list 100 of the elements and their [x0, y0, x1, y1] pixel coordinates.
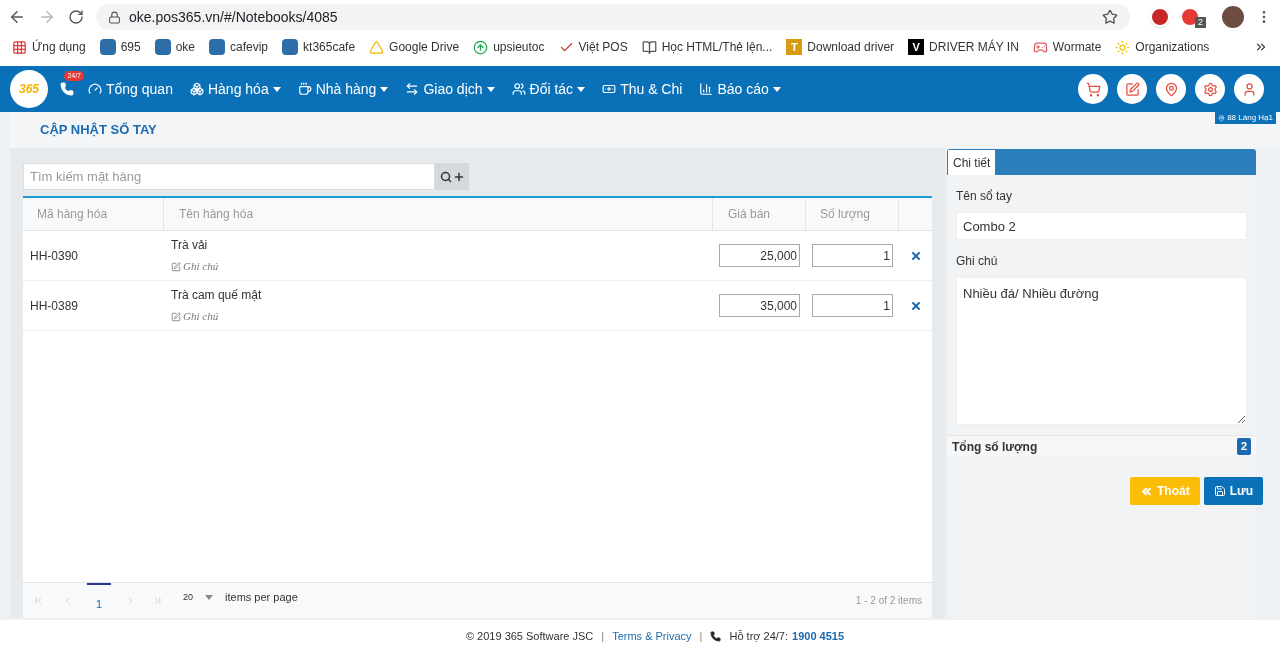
branch-label: 88 Láng Hạ1	[1215, 112, 1276, 124]
save-icon	[1213, 485, 1226, 497]
bookmark-link[interactable]: Ứng dụng	[32, 38, 86, 56]
more-bookmarks-icon[interactable]	[1254, 40, 1268, 54]
logo-icon	[99, 39, 116, 55]
separator-text: |	[699, 628, 703, 644]
product-name: Trà vải	[171, 237, 209, 255]
extension-icon[interactable]	[1182, 9, 1198, 25]
nav-menu-item[interactable]: Nhà hàng	[297, 78, 389, 100]
total-quantity-badge: 2	[1236, 438, 1251, 455]
note-textarea[interactable]: Nhiều đá/ Nhiều đường	[956, 277, 1247, 425]
note-link[interactable]: Ghi chú	[171, 258, 219, 275]
support-label: Hỗ trợ 24/7:	[729, 628, 789, 644]
lock-icon	[108, 10, 121, 24]
logo-icon	[209, 39, 225, 55]
bar-chart-icon	[699, 82, 714, 96]
apps-grid-icon	[12, 39, 27, 55]
table-cell: HH-0389	[30, 298, 79, 313]
bookmark-link[interactable]: cafevip	[230, 38, 269, 56]
remove-icon[interactable]	[909, 249, 922, 262]
plus-icon	[452, 170, 465, 183]
column-header: Giá bán	[728, 206, 771, 223]
arrows-icon	[405, 82, 420, 96]
extension-badge: 2	[1195, 17, 1206, 28]
edit-icon	[171, 311, 181, 322]
bookmark-link[interactable]: Việt POS	[578, 38, 628, 56]
back-icon[interactable]	[8, 8, 26, 26]
bookmark-link[interactable]: Học HTML/Thẻ lện...	[661, 38, 773, 56]
bookmark-star-icon[interactable]	[1102, 9, 1118, 25]
user-icon	[1241, 81, 1257, 97]
field-label: Ghi chú	[956, 253, 999, 270]
bookmark-link[interactable]: DRIVER MÁY IN	[929, 38, 1019, 56]
column-header: Tên hàng hóa	[179, 206, 254, 223]
search-icon	[439, 170, 452, 183]
quantity-field[interactable]: 1	[812, 294, 893, 317]
bookmark-link[interactable]: Wormate	[1052, 38, 1102, 56]
phone-icon	[710, 630, 722, 642]
user-button[interactable]	[1234, 74, 1264, 104]
sun-icon	[1115, 39, 1131, 55]
book-icon	[641, 39, 657, 55]
quantity-field[interactable]: 1	[812, 244, 893, 267]
banknote-icon	[602, 82, 617, 96]
product-name: Trà cam quế mật	[171, 287, 263, 305]
bookmark-link[interactable]: oke	[175, 38, 195, 56]
settings-icon	[1202, 81, 1218, 97]
nav-menu-item[interactable]: Báo cáo	[699, 78, 781, 100]
letter-tile-icon: T	[786, 39, 803, 55]
extension-icon[interactable]	[1150, 7, 1170, 27]
price-field[interactable]: 35,000	[719, 294, 800, 317]
bookmark-link[interactable]: upsieutoc	[493, 38, 545, 56]
edit-button[interactable]	[1117, 74, 1147, 104]
field-label: Tên sổ tay	[956, 188, 1014, 205]
nav-menu-item[interactable]: Hàng hóa	[189, 78, 281, 100]
bookmark-link[interactable]: Download driver	[807, 38, 895, 56]
nav-menu-item[interactable]: Tổng quan	[88, 78, 173, 100]
boxes-icon	[189, 82, 204, 96]
bookmark-link[interactable]: Google Drive	[389, 38, 460, 56]
notebook-name-field[interactable]: Combo 2	[956, 212, 1247, 240]
page-size-dropdown[interactable]: 20	[183, 590, 213, 605]
page-button[interactable]: 1	[87, 582, 111, 619]
save-button[interactable]: Lưu	[1203, 477, 1263, 505]
upload-icon	[473, 39, 489, 55]
logo-icon	[154, 39, 171, 55]
column-header: Mã hàng hóa	[37, 206, 108, 223]
column-header: Số lượng	[820, 206, 870, 223]
per-page-label: items per page	[225, 590, 298, 606]
bookmark-link[interactable]: Organizations	[1135, 38, 1210, 56]
cart-button[interactable]	[1078, 74, 1108, 104]
total-quantity-label: Tổng số lượng	[952, 438, 1038, 456]
cart-icon	[1085, 81, 1101, 97]
search-field[interactable]: Tìm kiếm mặt hàng	[23, 163, 435, 190]
settings-button[interactable]	[1195, 74, 1225, 104]
detail-tab[interactable]: Chi tiết	[948, 150, 996, 175]
caret-icon	[205, 595, 213, 600]
address-bar[interactable]: oke.pos365.vn/#/Notebooks/4085	[96, 4, 1130, 30]
logo-icon	[282, 39, 299, 55]
price-field[interactable]: 25,000	[719, 244, 800, 267]
nav-menu-item[interactable]: Giao dịch	[405, 78, 495, 100]
items-summary: 1 - 2 of 2 items	[855, 594, 922, 608]
phone-icon[interactable]	[60, 82, 74, 96]
note-link[interactable]: Ghi chú	[171, 308, 219, 325]
table-cell: HH-0390	[30, 248, 79, 263]
gauge-icon	[88, 82, 102, 96]
edit-icon	[171, 261, 181, 272]
profile-avatar[interactable]	[1222, 6, 1244, 28]
terms-link[interactable]: Terms & Privacy	[612, 627, 692, 645]
separator-text: |	[601, 628, 605, 644]
bookmark-link[interactable]: kt365cafe	[303, 38, 356, 56]
users-icon	[511, 82, 526, 96]
edit-icon	[1124, 81, 1140, 97]
nav-menu-item[interactable]: Đối tác	[511, 78, 586, 100]
remove-icon[interactable]	[909, 299, 922, 312]
copyright-text: © 2019 365 Software JSC	[465, 628, 594, 644]
search-add-button[interactable]	[435, 163, 469, 190]
support-phone-link[interactable]: 1900 4515	[792, 627, 845, 645]
map-pin-button[interactable]	[1156, 74, 1186, 104]
bookmark-link[interactable]: 695	[120, 38, 141, 56]
triangle-icon	[369, 39, 385, 55]
nav-menu-item[interactable]: Thu & Chi	[602, 78, 683, 100]
reload-icon[interactable]	[68, 9, 84, 25]
